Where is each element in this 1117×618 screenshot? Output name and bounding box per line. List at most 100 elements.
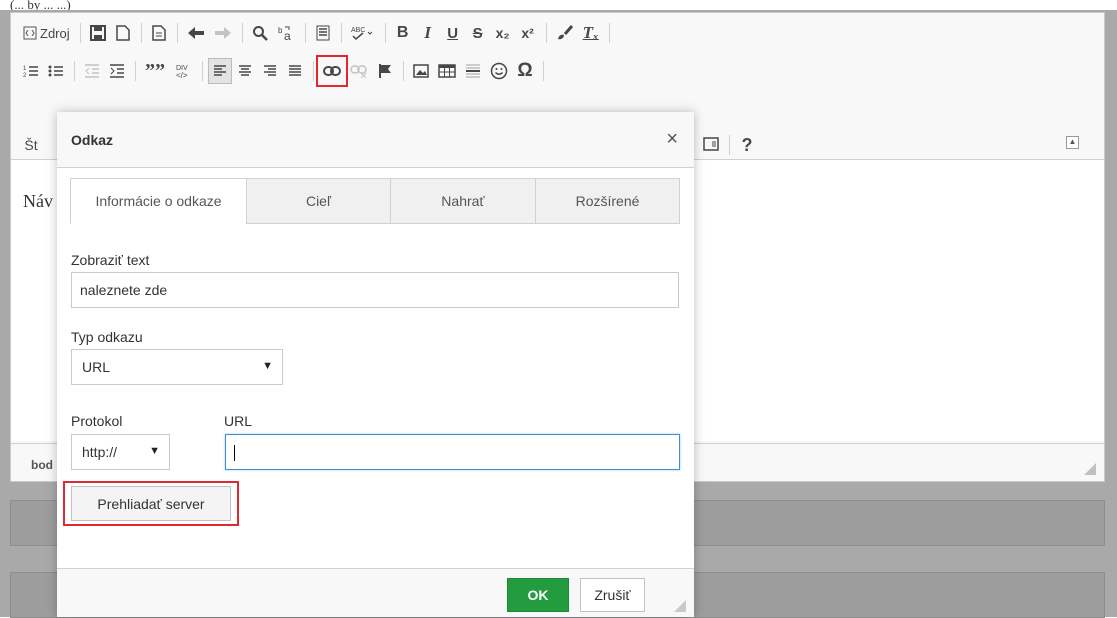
toolbar-separator bbox=[135, 61, 136, 81]
cancel-button[interactable]: Zrušiť bbox=[580, 578, 645, 612]
spellcheck-button[interactable]: ABC bbox=[347, 20, 379, 46]
link-button[interactable] bbox=[316, 55, 348, 87]
close-icon[interactable]: × bbox=[666, 128, 678, 151]
editor-content-text: Náv bbox=[23, 191, 53, 211]
strikethrough-button[interactable]: S bbox=[466, 20, 490, 46]
increase-indent-button[interactable] bbox=[105, 58, 129, 84]
dialog-title-bar[interactable]: Odkaz × bbox=[57, 112, 694, 168]
tab-link-info[interactable]: Informácie o odkaze bbox=[70, 178, 247, 224]
source-label: Zdroj bbox=[40, 25, 70, 41]
toolbar-separator bbox=[176, 23, 178, 43]
smiley-icon bbox=[490, 62, 508, 80]
subscript-button[interactable]: x₂ bbox=[491, 20, 515, 46]
align-left-icon bbox=[214, 65, 226, 76]
tab-target[interactable]: Cieľ bbox=[246, 178, 391, 224]
toolbar-separator bbox=[140, 23, 142, 43]
horizontal-rule-icon bbox=[466, 64, 480, 78]
svg-text:b: b bbox=[278, 26, 283, 35]
toolbar-separator bbox=[545, 23, 547, 43]
url-input[interactable] bbox=[225, 434, 680, 470]
search-icon bbox=[252, 26, 268, 41]
resize-handle-icon[interactable] bbox=[674, 600, 686, 612]
templates-button[interactable] bbox=[147, 20, 171, 46]
tab-advanced[interactable]: Rozšírené bbox=[535, 178, 680, 224]
svg-text:1: 1 bbox=[23, 66, 27, 72]
redo-button[interactable] bbox=[210, 20, 236, 46]
new-page-button[interactable] bbox=[111, 20, 135, 46]
browse-server-button[interactable]: Prehliadať server bbox=[71, 486, 231, 521]
help-button[interactable]: ? bbox=[735, 132, 759, 158]
source-button[interactable]: Zdroj bbox=[19, 20, 74, 46]
table-button[interactable] bbox=[434, 58, 460, 84]
link-type-select[interactable]: URL ▼ bbox=[71, 349, 283, 385]
blockquote-button[interactable]: ”” bbox=[141, 58, 169, 84]
unlink-button[interactable] bbox=[346, 58, 372, 84]
toolbar-separator bbox=[241, 23, 243, 43]
styles-dropdown[interactable]: Št bbox=[19, 132, 43, 158]
dialog-title: Odkaz bbox=[71, 132, 114, 148]
anchor-button[interactable] bbox=[373, 58, 397, 84]
horizontal-rule-button[interactable] bbox=[461, 58, 485, 84]
link-icon bbox=[323, 66, 341, 76]
dialog-footer: OK Zrušiť bbox=[57, 568, 694, 617]
dropdown-arrow-icon: ▼ bbox=[262, 360, 273, 372]
numbered-list-button[interactable]: 12 bbox=[19, 58, 43, 84]
triangle-up-icon: ▲ bbox=[1068, 137, 1077, 146]
show-blocks-icon bbox=[703, 137, 719, 151]
numbered-list-icon: 12 bbox=[23, 66, 38, 79]
align-left-button[interactable] bbox=[208, 58, 232, 84]
align-center-icon bbox=[239, 65, 251, 76]
collapse-toolbar-button[interactable]: ▲ bbox=[1066, 136, 1079, 149]
redo-icon bbox=[214, 27, 231, 39]
show-blocks-button[interactable] bbox=[699, 132, 723, 158]
toolbar-separator bbox=[313, 61, 314, 81]
toolbar-separator bbox=[608, 23, 610, 43]
create-div-button[interactable]: DIV </> bbox=[170, 58, 196, 84]
undo-button[interactable] bbox=[183, 20, 209, 46]
special-char-button[interactable]: Ω bbox=[513, 58, 537, 84]
save-button[interactable] bbox=[86, 20, 110, 46]
underline-button[interactable]: U bbox=[441, 20, 465, 46]
protocol-select[interactable]: http:// ▼ bbox=[71, 434, 170, 470]
url-label: URL bbox=[224, 413, 253, 429]
toolbar-separator bbox=[340, 23, 342, 43]
toolbar-row-3: Št bbox=[11, 129, 44, 161]
select-all-icon bbox=[316, 25, 330, 41]
div-icon: DIV</> bbox=[176, 65, 188, 80]
bulleted-list-button[interactable] bbox=[44, 58, 68, 84]
image-button[interactable] bbox=[409, 58, 433, 84]
quote-icon: ”” bbox=[145, 59, 165, 82]
link-type-label: Typ odkazu bbox=[71, 329, 143, 345]
dropdown-arrow-icon: ▼ bbox=[149, 445, 160, 457]
bold-button[interactable]: B bbox=[391, 20, 415, 46]
element-path-item[interactable]: bod bbox=[31, 458, 53, 472]
align-center-button[interactable] bbox=[233, 58, 257, 84]
replace-button[interactable]: ba bbox=[273, 20, 299, 46]
text-caret bbox=[234, 445, 235, 462]
protocol-value: http:// bbox=[82, 444, 118, 460]
toolbar-separator bbox=[304, 23, 306, 43]
ok-button[interactable]: OK bbox=[507, 578, 569, 612]
remove-format-button[interactable]: Tₓ bbox=[579, 20, 603, 46]
resize-handle-icon[interactable] bbox=[1084, 463, 1096, 475]
decrease-indent-button[interactable] bbox=[80, 58, 104, 84]
smiley-button[interactable] bbox=[486, 58, 512, 84]
display-text-input[interactable]: naleznete zde bbox=[71, 272, 679, 308]
italic-button[interactable]: I bbox=[416, 20, 440, 46]
svg-text:ABC: ABC bbox=[351, 27, 365, 34]
superscript-button[interactable]: x² bbox=[516, 20, 540, 46]
svg-text:</>: </> bbox=[176, 71, 188, 80]
toolbar-separator bbox=[729, 135, 730, 155]
align-right-button[interactable] bbox=[258, 58, 282, 84]
copy-formatting-button[interactable] bbox=[552, 20, 578, 46]
dialog-tabs: Informácie o odkaze Cieľ Nahrať Rozšíren… bbox=[70, 178, 680, 224]
image-icon bbox=[413, 64, 429, 78]
select-all-button[interactable] bbox=[311, 20, 335, 46]
tab-upload[interactable]: Nahrať bbox=[390, 178, 536, 224]
toolbar-separator bbox=[202, 61, 203, 81]
justify-button[interactable] bbox=[283, 58, 307, 84]
svg-text:a: a bbox=[284, 29, 291, 41]
link-dialog: Odkaz × Informácie o odkaze Cieľ Nahrať … bbox=[57, 112, 694, 617]
find-button[interactable] bbox=[248, 20, 272, 46]
flag-icon bbox=[379, 64, 391, 78]
